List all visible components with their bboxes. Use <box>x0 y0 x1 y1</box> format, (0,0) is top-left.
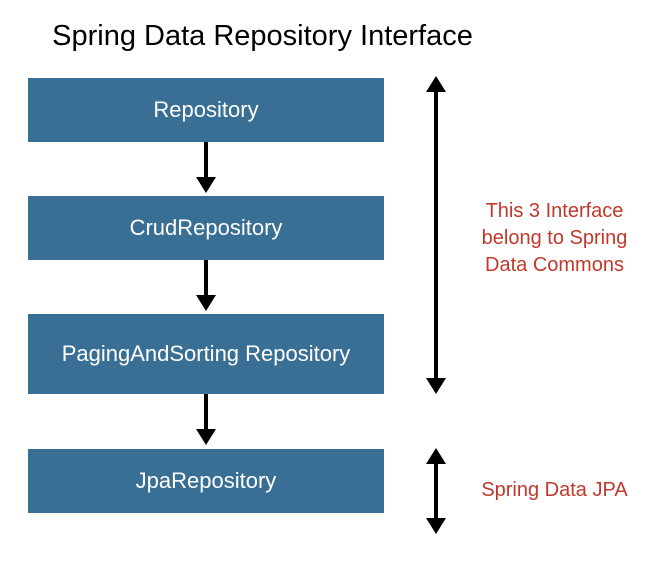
box-repository: Repository <box>28 78 384 142</box>
range-arrow-commons-icon <box>434 90 438 380</box>
diagram-title: Spring Data Repository Interface <box>0 20 525 53</box>
annotation-jpa: Spring Data JPA <box>472 477 637 504</box>
hierarchy-column: Repository CrudRepository PagingAndSorti… <box>28 78 384 513</box>
range-arrow-jpa-icon <box>434 462 438 520</box>
box-crud-repository: CrudRepository <box>28 196 384 260</box>
box-paging-sorting-repository: PagingAndSorting Repository <box>28 314 384 394</box>
arrow-down-icon <box>204 394 208 434</box>
box-jpa-repository: JpaRepository <box>28 449 384 513</box>
arrow-down-icon <box>204 142 208 182</box>
annotation-commons: This 3 Interface belong to Spring Data C… <box>472 198 637 279</box>
arrow-down-icon <box>204 260 208 300</box>
